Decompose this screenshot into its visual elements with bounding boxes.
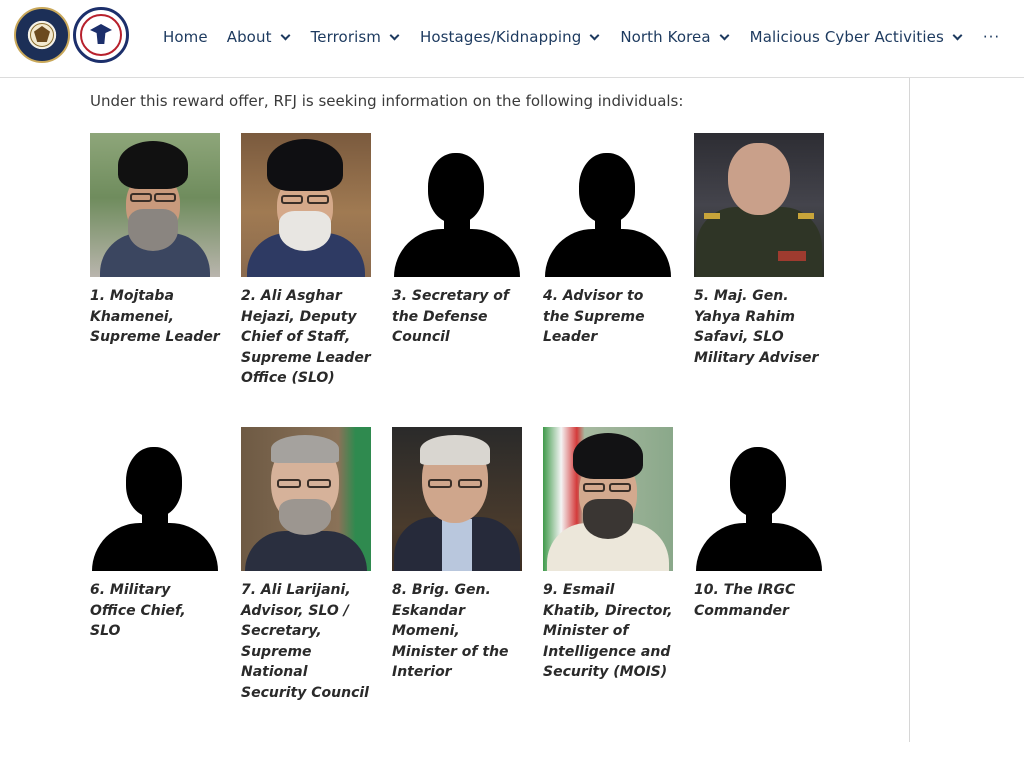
nav-terrorism-label: Terrorism: [310, 28, 381, 46]
individual-caption: 8. Brig. Gen. Eskandar Momeni, Minister …: [392, 582, 509, 680]
individual-card[interactable]: 2. Ali Asghar Hejazi, Deputy Chief of St…: [241, 133, 371, 389]
individual-card[interactable]: 4. Advisor to the Supreme Leader: [543, 133, 673, 348]
nav-terrorism[interactable]: Terrorism: [311, 28, 401, 46]
nav-hostages-kidnapping[interactable]: Hostages/Kidnapping: [420, 28, 601, 46]
chevron-down-icon: [719, 31, 731, 43]
portrait-photo: [241, 133, 371, 277]
portrait-photo: [90, 133, 220, 277]
individual-caption: 2. Ali Asghar Hejazi, Deputy Chief of St…: [241, 288, 371, 386]
silhouette-placeholder: [694, 427, 824, 571]
chevron-down-icon: [280, 31, 292, 43]
chevron-down-icon: [589, 31, 601, 43]
individual-caption: 9. Esmail Khatib, Director, Minister of …: [543, 582, 673, 680]
individual-caption: 4. Advisor to the Supreme Leader: [543, 288, 645, 345]
nav-hostages-label: Hostages/Kidnapping: [419, 28, 582, 46]
nav-cyber-label: Malicious Cyber Activities: [749, 28, 944, 46]
individual-card[interactable]: 8. Brig. Gen. Eskandar Momeni, Minister …: [392, 427, 522, 683]
individual-caption: 10. The IRGC Commander: [694, 582, 796, 619]
individual-caption: 5. Maj. Gen. Yahya Rahim Safavi, SLO Mil…: [694, 288, 819, 366]
individual-card[interactable]: 6. Military Office Chief, SLO: [90, 427, 220, 642]
nav-malicious-cyber-activities[interactable]: Malicious Cyber Activities: [750, 28, 964, 46]
nav-home[interactable]: Home: [163, 28, 208, 46]
portrait-photo: [392, 427, 522, 571]
state-department-seal-icon[interactable]: [14, 7, 70, 63]
individual-card[interactable]: 9. Esmail Khatib, Director, Minister of …: [543, 427, 673, 683]
intro-text: Under this reward offer, RFJ is seeking …: [90, 92, 684, 110]
portrait-photo: [694, 133, 824, 277]
individual-caption: 1. Mojtaba Khamenei, Supreme Leader: [90, 288, 220, 345]
nav-about[interactable]: About: [227, 28, 292, 46]
individual-card[interactable]: 7. Ali Larijani, Advisor, SLO / Secretar…: [241, 427, 371, 703]
chevron-down-icon: [952, 31, 964, 43]
individual-caption: 7. Ali Larijani, Advisor, SLO / Secretar…: [241, 582, 369, 701]
individual-caption: 3. Secretary of the Defense Council: [392, 288, 509, 345]
chevron-down-icon: [389, 31, 401, 43]
silhouette-placeholder: [90, 427, 220, 571]
rfj-seal-icon[interactable]: [73, 7, 129, 63]
individual-card[interactable]: 5. Maj. Gen. Yahya Rahim Safavi, SLO Mil…: [694, 133, 824, 368]
individual-card[interactable]: 3. Secretary of the Defense Council: [392, 133, 522, 348]
content-divider: [909, 78, 910, 742]
individual-card[interactable]: 10. The IRGC Commander: [694, 427, 824, 621]
nav-north-korea[interactable]: North Korea: [620, 28, 730, 46]
portrait-photo: [241, 427, 371, 571]
nav-north-korea-label: North Korea: [620, 28, 711, 46]
individual-card[interactable]: 1. Mojtaba Khamenei, Supreme Leader: [90, 133, 220, 348]
nav-more-menu[interactable]: ···: [983, 28, 1000, 46]
individual-caption: 6. Military Office Chief, SLO: [90, 582, 186, 639]
site-header: Home About Terrorism Hostages/Kidnapping…: [0, 0, 1024, 78]
portrait-photo: [543, 427, 673, 571]
main-nav: Home About Terrorism Hostages/Kidnapping…: [163, 24, 1000, 50]
silhouette-placeholder: [543, 133, 673, 277]
nav-home-label: Home: [163, 28, 208, 46]
silhouette-placeholder: [392, 133, 522, 277]
nav-about-label: About: [226, 28, 272, 46]
